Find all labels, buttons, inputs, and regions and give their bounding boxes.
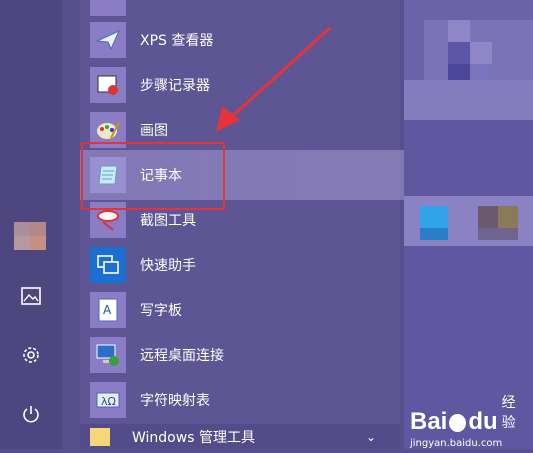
- steps-recorder-icon: [90, 66, 126, 103]
- user-avatar[interactable]: [14, 222, 46, 250]
- app-label: 画图: [140, 122, 168, 139]
- list-item-remote-desktop[interactable]: 远程桌面连接: [90, 333, 390, 376]
- character-map-icon: λΩ: [90, 381, 126, 418]
- power-button[interactable]: [11, 394, 51, 434]
- app-label: 快速助手: [140, 257, 196, 274]
- gear-icon: [23, 347, 39, 363]
- remote-desktop-icon: [90, 336, 126, 373]
- list-item-quick-assist[interactable]: 快速助手: [90, 243, 390, 286]
- baidu-watermark: Bai du 经验 jingyan.baidu.com: [410, 392, 528, 449]
- app-label: 写字板: [140, 302, 182, 319]
- watermark-cn: 经验: [501, 395, 516, 431]
- power-icon: [23, 406, 39, 423]
- app-label: 字符映射表: [140, 392, 210, 409]
- settings-button[interactable]: [11, 335, 51, 375]
- list-item-wordpad[interactable]: A 写字板: [90, 288, 390, 331]
- pictures-icon: [21, 287, 41, 305]
- watermark-brand-2: du: [468, 408, 498, 435]
- list-item-previous[interactable]: [90, 0, 390, 19]
- annotation-arrow: [216, 26, 332, 132]
- chevron-down-icon[interactable]: ⌄: [366, 430, 376, 444]
- watermark-brand: Bai: [410, 408, 448, 435]
- xps-viewer-icon: [90, 21, 126, 58]
- highlight-box: [81, 142, 225, 210]
- wordpad-icon: A: [90, 291, 126, 328]
- svg-text:A: A: [103, 303, 112, 317]
- start-rail: [0, 0, 62, 449]
- tiles-pixelated: [404, 0, 533, 246]
- windows-admin-tools-group[interactable]: Windows 管理工具 ⌄: [80, 424, 400, 449]
- group-label: Windows 管理工具: [132, 429, 255, 446]
- tiles-area: [404, 0, 533, 449]
- watermark-url: jingyan.baidu.com: [410, 438, 503, 449]
- quick-assist-icon: [90, 246, 126, 283]
- pictures-button[interactable]: [11, 276, 51, 316]
- app-label: 远程桌面连接: [140, 347, 224, 364]
- app-label: 截图工具: [140, 212, 196, 229]
- list-item-character-map[interactable]: λΩ 字符映射表: [90, 378, 390, 421]
- folder-icon: [90, 427, 110, 446]
- paw-icon: [449, 414, 467, 432]
- svg-text:λΩ: λΩ: [101, 395, 116, 408]
- previous-app-icon: [90, 0, 126, 16]
